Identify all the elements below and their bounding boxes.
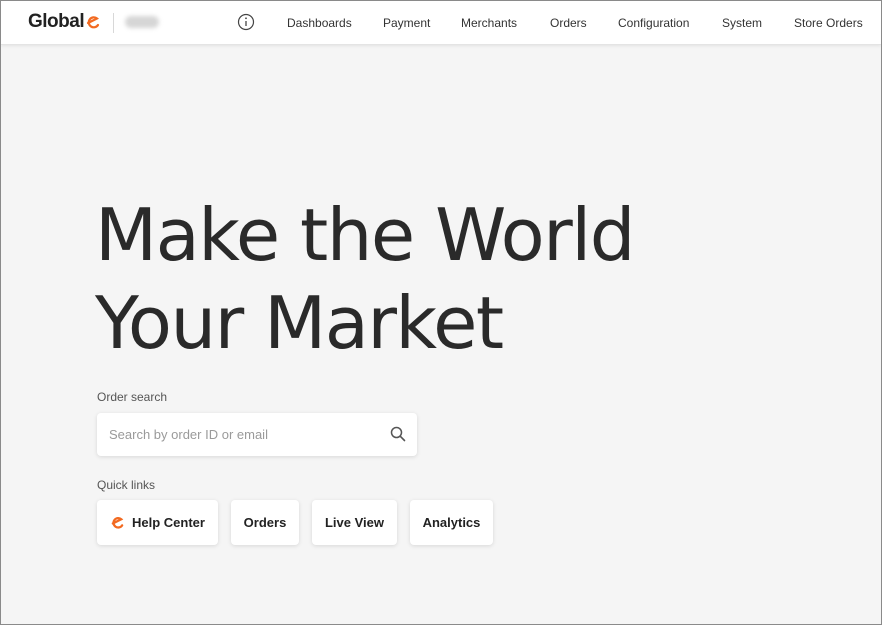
nav-payment[interactable]: Payment — [383, 1, 430, 45]
nav-orders[interactable]: Orders — [550, 1, 587, 45]
quick-link-label: Orders — [243, 515, 287, 530]
top-navigation-bar: Global Dashboards Payment Merchants Orde… — [1, 1, 881, 45]
info-icon[interactable] — [237, 13, 255, 31]
nav-merchants[interactable]: Merchants — [461, 1, 517, 45]
quick-link-help-center[interactable]: Help Center — [97, 500, 218, 545]
store-name-redacted — [125, 16, 159, 28]
hero-line-2: Your Market — [95, 281, 504, 365]
app-window: Global Dashboards Payment Merchants Orde… — [0, 0, 882, 625]
nav-configuration[interactable]: Configuration — [618, 1, 689, 45]
nav-store-orders[interactable]: Store Orders — [794, 1, 863, 45]
nav-dashboards[interactable]: Dashboards — [287, 1, 352, 45]
quick-link-analytics[interactable]: Analytics — [410, 500, 493, 545]
hero-line-1: Make the World — [95, 193, 635, 277]
search-icon[interactable] — [390, 426, 406, 442]
order-search-box — [97, 413, 417, 456]
logo-text: Global — [28, 11, 85, 32]
quick-link-orders[interactable]: Orders — [231, 500, 299, 545]
order-search-label: Order search — [97, 390, 168, 404]
hero-heading: Make the World Your Market — [95, 191, 635, 367]
header-divider — [113, 13, 114, 33]
order-search-input[interactable] — [97, 413, 377, 456]
global-e-logo-icon — [111, 517, 124, 529]
global-e-logo-icon — [87, 16, 100, 29]
quick-link-live-view[interactable]: Live View — [312, 500, 397, 545]
nav-system[interactable]: System — [722, 1, 762, 45]
quick-link-label: Help Center — [132, 515, 205, 530]
global-e-logo[interactable]: Global — [28, 11, 101, 33]
quick-link-label: Live View — [324, 515, 384, 530]
quick-link-label: Analytics — [422, 515, 481, 530]
quick-links-label: Quick links — [97, 478, 156, 492]
